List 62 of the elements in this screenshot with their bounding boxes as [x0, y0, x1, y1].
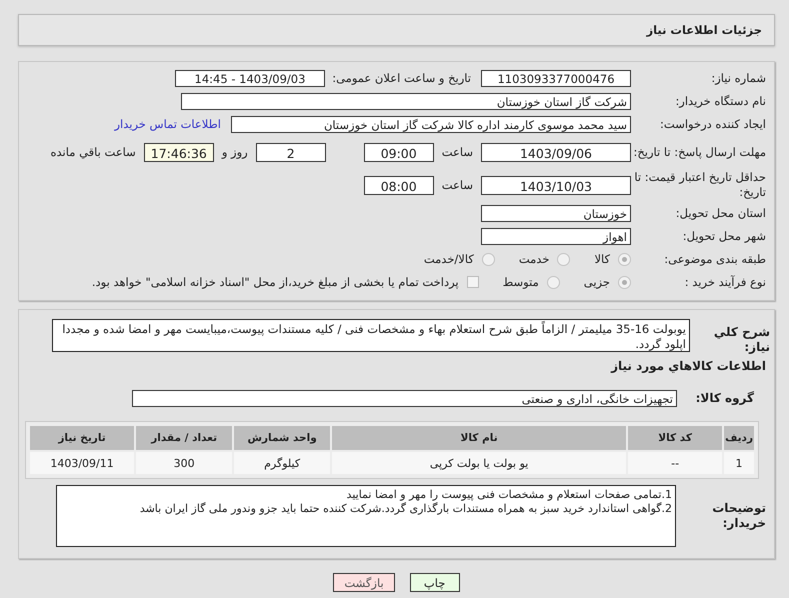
- contact-link[interactable]: اطلاعات تماس خریدار: [114, 117, 221, 131]
- time-field: 08:00: [364, 176, 434, 194]
- table-cell: --: [628, 452, 722, 474]
- need-number-field: 1103093377000476: [481, 70, 631, 86]
- radio-button[interactable]: [618, 276, 631, 288]
- field-label: شرح کلي نياز:: [712, 324, 771, 355]
- goods-group-field: تجهیزات خانگی، اداری و صنعتی: [132, 390, 677, 406]
- column-header: کد کالا: [628, 426, 722, 450]
- field-label: تاریخ و ساعت اعلان عمومی:: [331, 71, 471, 85]
- buyer-org-field: شرکت گاز استان خوزستان: [181, 92, 631, 110]
- column-header: تاریخ نیاز: [30, 426, 134, 450]
- radio-label: جزیی: [584, 275, 610, 289]
- back-button[interactable]: بازگشت: [333, 573, 395, 592]
- days-field: 2: [256, 142, 326, 162]
- print-button[interactable]: چاپ: [410, 573, 460, 592]
- column-header: ردیف: [724, 426, 754, 450]
- radio-button[interactable]: [618, 252, 631, 266]
- radio-label: خدمت: [518, 252, 550, 266]
- column-header: تعداد / مقدار: [136, 426, 232, 450]
- field-label: ایجاد کننده درخواست:: [659, 116, 767, 132]
- column-header: واحد شمارش: [234, 426, 330, 450]
- days-label: روز و: [222, 145, 248, 159]
- table-cell: یو بولت یا بولت کرپی: [332, 452, 626, 474]
- field-label: استان محل تحویل:: [674, 206, 767, 220]
- table-cell: 300: [136, 452, 232, 474]
- checkbox-label: پرداخت تمام یا بخشی از مبلغ خرید،از محل "اسناد خزانه اسلامی" خواهد بود.: [92, 275, 459, 289]
- field-label: حداقل تاریخ اعتبار قیمت: تا تاریخ:: [633, 170, 767, 200]
- date-field: 1403/10/03: [481, 176, 631, 194]
- announce-date-field: 1403/09/03 - 14:45: [175, 70, 325, 86]
- table-cell: 1403/09/11: [30, 452, 134, 474]
- field-label: شماره نیاز:: [710, 70, 767, 86]
- field-label: طبقه بندی موضوعی:: [663, 252, 767, 266]
- remaining-label: ساعت باقي مانده: [50, 145, 136, 159]
- field-label: نام دستگاه خریدار:: [674, 94, 767, 108]
- radio-button[interactable]: [482, 252, 495, 266]
- note-line: 2.گواهی استاندارد خرید سبز به همراه مستندات بارگذاری گردد.شرکت کننده حتما باید جزو وندور ملی گاز ایران باشد: [138, 502, 672, 516]
- creator-field: سید محمد موسوی کارمند اداره کالا شرکت گاز استان خوزستان: [231, 116, 631, 132]
- note-line: 1.تمامی صفحات استعلام و مشخصات فنی پیوست را مهر و امضا نمایید: [346, 488, 672, 502]
- table-cell: 1: [724, 452, 754, 474]
- table-cell: کیلوگرم: [234, 452, 330, 474]
- remaining-time-field: 17:46:36: [144, 142, 214, 162]
- radio-button[interactable]: [557, 252, 570, 266]
- date-field: 1403/09/06: [481, 142, 631, 162]
- field-label: مهلت ارسال پاسخ: تا تاریخ:: [632, 144, 767, 160]
- time-label: ساعت: [442, 178, 473, 192]
- radio-label: کالا: [594, 252, 610, 266]
- province-field: خوزستان: [481, 204, 631, 222]
- description-box: یوبولت 16-35 میلیمتر / الزاماً طبق شرح استعلام بهاء و مشخصات فنی / کلیه مستندات پیوست،میبایست مهر و امضا شده و مجددا اپلود گردد.: [52, 319, 690, 352]
- section-heading: اطلاعات كالاهاي مورد نياز: [610, 359, 767, 373]
- time-label: ساعت: [442, 145, 473, 159]
- time-field: 09:00: [364, 142, 434, 162]
- checkbox[interactable]: [466, 276, 479, 288]
- city-field: اهواز: [481, 228, 631, 244]
- radio-label: متوسط: [502, 275, 539, 289]
- page-title: جزئیات اطلاعات نیاز: [646, 23, 762, 37]
- field-label: شهر محل تحویل:: [682, 228, 767, 244]
- radio-label: کالا/خدمت: [424, 252, 474, 266]
- column-header: نام کالا: [332, 426, 626, 450]
- field-label: نوع فرآیند خرید :: [684, 274, 767, 290]
- radio-button[interactable]: [546, 276, 560, 288]
- field-label: گروه کالا:: [694, 390, 755, 406]
- field-label: توضیحات خریدار:: [711, 501, 767, 531]
